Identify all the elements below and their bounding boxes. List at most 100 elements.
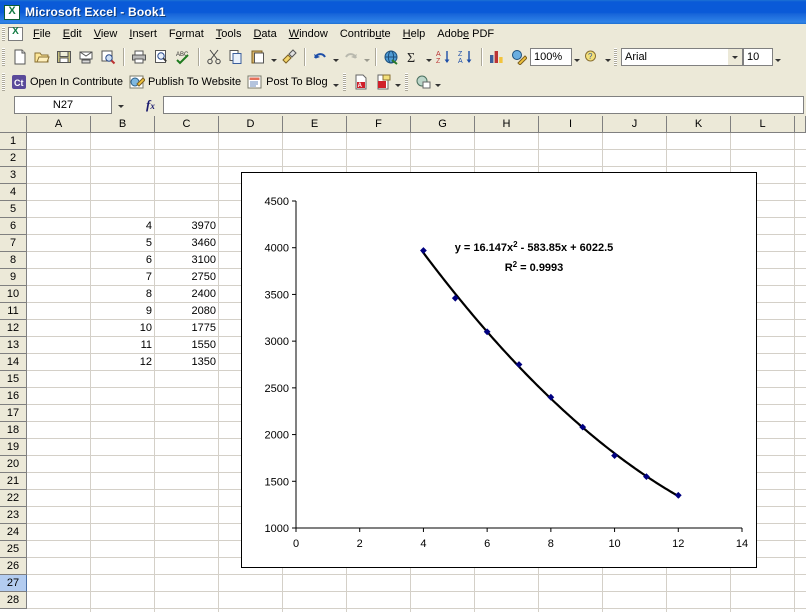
- document-icon[interactable]: [8, 27, 23, 41]
- row-header-9[interactable]: 9: [0, 269, 27, 286]
- sort-descending-icon[interactable]: ZA: [455, 46, 477, 68]
- autosum-dropdown-caret[interactable]: [424, 46, 433, 68]
- menu-bar-grip[interactable]: [2, 27, 5, 41]
- formula-input[interactable]: [163, 96, 804, 114]
- row-header-17[interactable]: 17: [0, 405, 27, 422]
- row-header-12[interactable]: 12: [0, 320, 27, 337]
- row-header-22[interactable]: 22: [0, 490, 27, 507]
- open-in-contribute-button[interactable]: Ct Open In Contribute: [9, 73, 127, 91]
- row-header-8[interactable]: 8: [0, 252, 27, 269]
- row-header-6[interactable]: 6: [0, 218, 27, 235]
- pdf-dropdown-caret[interactable]: [394, 71, 403, 93]
- pdf-toolbar-grip[interactable]: [343, 73, 346, 91]
- undo-icon[interactable]: [309, 46, 331, 68]
- row-header-2[interactable]: 2: [0, 150, 27, 167]
- cell-C11[interactable]: 2080: [155, 303, 219, 320]
- standard-toolbar-grip[interactable]: [2, 48, 5, 66]
- row-header-28[interactable]: 28: [0, 592, 27, 609]
- row-header-11[interactable]: 11: [0, 303, 27, 320]
- save-icon[interactable]: [53, 46, 75, 68]
- formatting-toolbar-grip[interactable]: [614, 48, 617, 66]
- cell-B10[interactable]: 8: [91, 286, 155, 303]
- name-box[interactable]: N27: [14, 96, 112, 114]
- column-header-C[interactable]: C: [155, 116, 219, 133]
- font-size-caret[interactable]: [773, 46, 782, 68]
- redo-dropdown-caret[interactable]: [362, 46, 371, 68]
- name-box-caret[interactable]: [113, 99, 128, 114]
- column-header-M[interactable]: [795, 116, 806, 133]
- menu-adobe-pdf[interactable]: Adobe PDF: [431, 26, 500, 42]
- row-header-10[interactable]: 10: [0, 286, 27, 303]
- sort-ascending-icon[interactable]: AZ: [433, 46, 455, 68]
- contribute-toolbar-grip[interactable]: [2, 73, 5, 91]
- pdf-review-icon[interactable]: [412, 71, 434, 93]
- zoom-combo[interactable]: 100%: [530, 48, 572, 66]
- convert-and-email-pdf-icon[interactable]: [372, 71, 394, 93]
- cell-B13[interactable]: 11: [91, 337, 155, 354]
- zoom-dropdown-caret[interactable]: [572, 46, 581, 68]
- column-header-D[interactable]: D: [219, 116, 283, 133]
- font-name-combo[interactable]: Arial: [621, 48, 743, 66]
- cell-C10[interactable]: 2400: [155, 286, 219, 303]
- row-header-4[interactable]: 4: [0, 184, 27, 201]
- paste-dropdown-caret[interactable]: [269, 46, 278, 68]
- office-assistant-icon[interactable]: ?: [581, 46, 603, 68]
- undo-dropdown-caret[interactable]: [331, 46, 340, 68]
- menu-file[interactable]: File: [27, 26, 57, 42]
- row-header-15[interactable]: 15: [0, 371, 27, 388]
- print-preview-icon[interactable]: [150, 46, 172, 68]
- email-icon[interactable]: [75, 46, 97, 68]
- row-header-7[interactable]: 7: [0, 235, 27, 252]
- menu-window[interactable]: Window: [283, 26, 334, 42]
- drawing-icon[interactable]: [508, 46, 530, 68]
- pdf-review-dropdown-caret[interactable]: [434, 71, 443, 93]
- column-header-F[interactable]: F: [347, 116, 411, 133]
- row-header-26[interactable]: 26: [0, 558, 27, 575]
- column-header-E[interactable]: E: [283, 116, 347, 133]
- row-header-1[interactable]: 1: [0, 133, 27, 150]
- cell-B12[interactable]: 10: [91, 320, 155, 337]
- paste-icon[interactable]: [247, 46, 269, 68]
- cell-B8[interactable]: 6: [91, 252, 155, 269]
- row-header-5[interactable]: 5: [0, 201, 27, 218]
- convert-to-pdf-icon[interactable]: A: [350, 71, 372, 93]
- chart-wizard-icon[interactable]: [486, 46, 508, 68]
- autosum-icon[interactable]: Σ: [402, 46, 424, 68]
- menu-help[interactable]: Help: [397, 26, 432, 42]
- cell-B9[interactable]: 7: [91, 269, 155, 286]
- column-header-H[interactable]: H: [475, 116, 539, 133]
- row-header-18[interactable]: 18: [0, 422, 27, 439]
- cut-icon[interactable]: [203, 46, 225, 68]
- cell-B6[interactable]: 4: [91, 218, 155, 235]
- contribute-overflow-caret[interactable]: [332, 71, 341, 93]
- pdf-review-toolbar-grip[interactable]: [405, 73, 408, 91]
- row-header-20[interactable]: 20: [0, 456, 27, 473]
- cell-C8[interactable]: 3100: [155, 252, 219, 269]
- print-preview-search-icon[interactable]: [97, 46, 119, 68]
- select-all-corner[interactable]: [0, 116, 27, 133]
- column-header-A[interactable]: A: [27, 116, 91, 133]
- column-header-L[interactable]: L: [731, 116, 795, 133]
- cell-C7[interactable]: 3460: [155, 235, 219, 252]
- cell-C9[interactable]: 2750: [155, 269, 219, 286]
- row-header-23[interactable]: 23: [0, 507, 27, 524]
- row-header-24[interactable]: 24: [0, 524, 27, 541]
- hyperlink-icon[interactable]: [380, 46, 402, 68]
- row-header-19[interactable]: 19: [0, 439, 27, 456]
- format-painter-icon[interactable]: [278, 46, 300, 68]
- cell-B11[interactable]: 9: [91, 303, 155, 320]
- cell-C13[interactable]: 1550: [155, 337, 219, 354]
- row-header-16[interactable]: 16: [0, 388, 27, 405]
- cell-C14[interactable]: 1350: [155, 354, 219, 371]
- menu-insert[interactable]: Insert: [123, 26, 163, 42]
- font-name-caret[interactable]: [727, 49, 742, 65]
- column-header-K[interactable]: K: [667, 116, 731, 133]
- row-header-3[interactable]: 3: [0, 167, 27, 184]
- cell-B7[interactable]: 5: [91, 235, 155, 252]
- column-header-G[interactable]: G: [411, 116, 475, 133]
- row-header-21[interactable]: 21: [0, 473, 27, 490]
- assistant-dropdown-caret[interactable]: [603, 46, 612, 68]
- column-header-B[interactable]: B: [91, 116, 155, 133]
- column-header-I[interactable]: I: [539, 116, 603, 133]
- font-size-combo[interactable]: 10: [743, 48, 773, 66]
